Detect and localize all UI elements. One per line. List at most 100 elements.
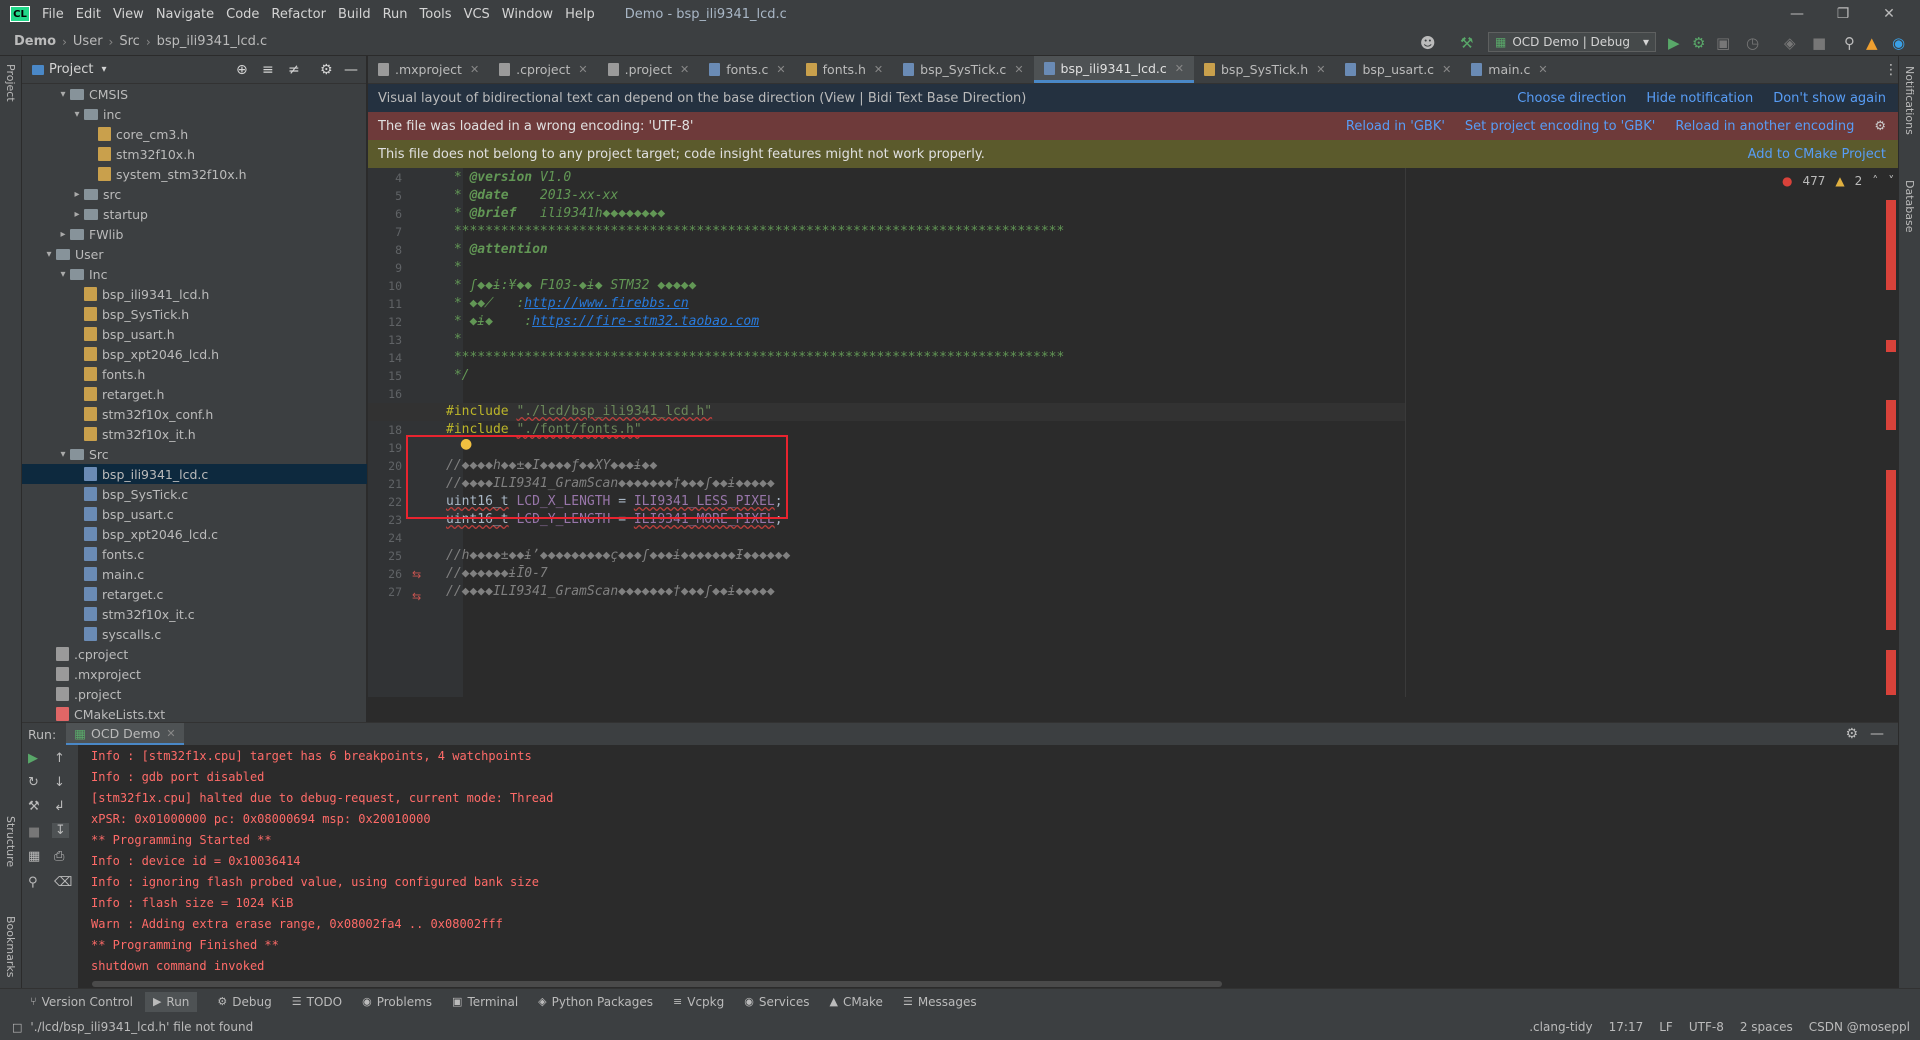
editor-tab[interactable]: bsp_usart.c ✕: [1335, 56, 1461, 83]
tree-item[interactable]: bsp_usart.c: [22, 504, 367, 524]
menu-vcs[interactable]: VCS: [458, 7, 496, 22]
chevron-down-icon[interactable]: ▾: [101, 64, 106, 75]
debug-icon[interactable]: ⚙: [1692, 34, 1705, 52]
close-icon[interactable]: ✕: [1175, 62, 1184, 75]
choose-direction-link[interactable]: Choose direction: [1517, 91, 1626, 106]
close-icon[interactable]: ✕: [470, 63, 479, 76]
editor-tab[interactable]: main.c ✕: [1461, 56, 1557, 83]
tool-window-debug[interactable]: ⚙ Debug: [217, 995, 271, 1009]
menu-navigate[interactable]: Navigate: [150, 7, 220, 22]
tree-item[interactable]: ▸ src: [22, 184, 367, 204]
stop-icon[interactable]: ■: [28, 825, 40, 840]
build-hammer-icon[interactable]: ⚒: [1460, 34, 1473, 52]
layout-icon[interactable]: ▦: [28, 849, 40, 864]
gear-icon[interactable]: ⚙: [1845, 726, 1858, 742]
tree-item[interactable]: ▾ User: [22, 244, 367, 264]
tree-item[interactable]: fonts.h: [22, 364, 367, 384]
tree-item[interactable]: retarget.c: [22, 584, 367, 604]
expand-all-icon[interactable]: ≡: [262, 62, 274, 78]
chevron-down-icon[interactable]: ▾: [56, 449, 70, 460]
status-item-utf-8[interactable]: UTF-8: [1689, 1020, 1724, 1034]
notifications-tool-tab[interactable]: Notifications: [1903, 66, 1916, 135]
breadcrumb-item[interactable]: Demo: [12, 34, 58, 49]
status-item-csdn-moseppl[interactable]: CSDN @moseppl: [1809, 1020, 1910, 1034]
search-icon[interactable]: ⚲: [1844, 34, 1855, 52]
chevron-down-icon[interactable]: ▾: [42, 249, 56, 260]
run-configuration-select[interactable]: ▦ OCD Demo | Debug ▾: [1488, 32, 1656, 52]
tree-item[interactable]: .cproject: [22, 644, 367, 664]
gear-icon[interactable]: ⚙: [1874, 119, 1886, 134]
chevron-down-icon[interactable]: ▾: [70, 109, 84, 120]
chevron-right-icon[interactable]: ▸: [56, 229, 70, 240]
more-tabs-icon[interactable]: ⋮: [1884, 62, 1898, 78]
error-stripe[interactable]: [1884, 190, 1898, 697]
editor-tab[interactable]: .cproject ✕: [489, 56, 597, 83]
previous-problem-icon[interactable]: ˄: [1872, 174, 1878, 188]
menu-edit[interactable]: Edit: [70, 7, 107, 22]
tree-item[interactable]: bsp_SysTick.h: [22, 304, 367, 324]
restart-icon[interactable]: ↻: [28, 775, 39, 790]
menu-run[interactable]: Run: [377, 7, 414, 22]
breadcrumb-item[interactable]: Src: [117, 34, 141, 49]
status-item-lf[interactable]: LF: [1659, 1020, 1673, 1034]
status-item-2-spaces[interactable]: 2 spaces: [1740, 1020, 1793, 1034]
menu-view[interactable]: View: [107, 7, 150, 22]
menu-build[interactable]: Build: [332, 7, 377, 22]
rerun-icon[interactable]: ▶: [28, 751, 38, 766]
editor-tab[interactable]: .mxproject ✕: [368, 56, 489, 83]
gear-icon[interactable]: ⚙: [320, 62, 333, 78]
tree-item[interactable]: bsp_xpt2046_lcd.h: [22, 344, 367, 364]
tree-item[interactable]: CMakeLists.txt: [22, 704, 367, 724]
close-icon[interactable]: ✕: [1442, 63, 1451, 76]
database-tool-tab[interactable]: Database: [1903, 180, 1916, 233]
tree-item[interactable]: stm32f10x_conf.h: [22, 404, 367, 424]
tree-item[interactable]: ▸ FWlib: [22, 224, 367, 244]
editor-tab[interactable]: bsp_ili9341_lcd.c ✕: [1033, 56, 1194, 83]
user-icon[interactable]: ☻: [1420, 34, 1436, 52]
chevron-right-icon[interactable]: ▸: [70, 189, 84, 200]
tree-item[interactable]: bsp_ili9341_lcd.h: [22, 284, 367, 304]
run-tab-ocd-demo[interactable]: ▦ OCD Demo ✕: [66, 723, 184, 745]
scroll-to-end-icon[interactable]: ↧: [52, 823, 69, 838]
tree-item[interactable]: stm32f10x_it.h: [22, 424, 367, 444]
tree-item[interactable]: main.c: [22, 564, 367, 584]
close-icon[interactable]: ✕: [166, 727, 175, 740]
bookmarks-tool-tab[interactable]: Bookmarks: [4, 916, 17, 977]
menu-code[interactable]: Code: [220, 7, 265, 22]
tree-item[interactable]: .project: [22, 684, 367, 704]
tool-window-messages[interactable]: ☰ Messages: [903, 995, 977, 1009]
tree-item[interactable]: ▸ startup: [22, 204, 367, 224]
tool-window-run[interactable]: ▶ Run: [144, 991, 198, 1012]
close-icon[interactable]: ✕: [874, 63, 883, 76]
tool-window-version-control[interactable]: ⑂ Version Control: [30, 995, 133, 1009]
tool-window-services[interactable]: ◉ Services: [744, 995, 809, 1009]
tree-item[interactable]: retarget.h: [22, 384, 367, 404]
tool-window-cmake[interactable]: ▲ CMake: [829, 995, 882, 1009]
tool-window-todo[interactable]: ☰ TODO: [292, 995, 342, 1009]
close-icon[interactable]: ✕: [1316, 63, 1325, 76]
next-problem-icon[interactable]: ˅: [1888, 174, 1894, 188]
reload-another-encoding-link[interactable]: Reload in another encoding: [1675, 119, 1854, 134]
tool-window-terminal[interactable]: ▣ Terminal: [452, 995, 518, 1009]
breadcrumb-item[interactable]: User: [71, 34, 105, 49]
hide-notification-link[interactable]: Hide notification: [1646, 91, 1753, 106]
add-to-cmake-link[interactable]: Add to CMake Project: [1748, 147, 1886, 162]
tree-item[interactable]: stm32f10x_it.c: [22, 604, 367, 624]
console-scrollbar[interactable]: [92, 981, 1222, 987]
profile-icon[interactable]: ◷: [1746, 34, 1759, 52]
close-icon[interactable]: ✕: [680, 63, 689, 76]
editor-tab[interactable]: bsp_SysTick.c ✕: [893, 56, 1033, 83]
chevron-down-icon[interactable]: ▾: [56, 89, 70, 100]
editor-tab[interactable]: .project ✕: [598, 56, 700, 83]
tool-window-vcpkg[interactable]: ≡ Vcpkg: [673, 995, 724, 1009]
wrench-icon[interactable]: ⚒: [28, 799, 40, 814]
scroll-up-icon[interactable]: ↑: [54, 751, 65, 766]
editor-tab[interactable]: fonts.h ✕: [796, 56, 894, 83]
status-item-17-17[interactable]: 17:17: [1609, 1020, 1644, 1034]
update-icon[interactable]: ▲: [1866, 34, 1878, 52]
editor-tab[interactable]: fonts.c ✕: [699, 56, 795, 83]
trash-icon[interactable]: ⌫: [54, 875, 72, 890]
reload-in-gbk-link[interactable]: Reload in 'GBK': [1346, 119, 1445, 134]
pin-icon[interactable]: ⚲: [28, 875, 38, 890]
toolbox-icon[interactable]: ◉: [1892, 34, 1905, 52]
